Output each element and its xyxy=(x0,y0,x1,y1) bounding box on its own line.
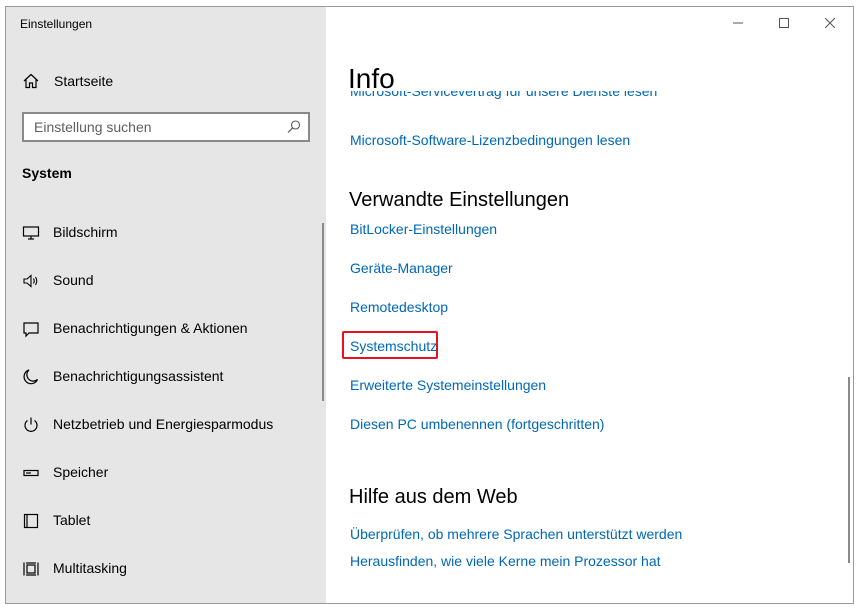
remote-desktop-link[interactable]: Remotedesktop xyxy=(350,299,448,315)
sidebar-item-label: Benachrichtigungsassistent xyxy=(53,368,224,384)
sidebar-item-label: Speicher xyxy=(53,464,109,480)
content-scrollbar[interactable] xyxy=(848,377,850,563)
search-icon[interactable] xyxy=(286,119,302,135)
help-languages-link[interactable]: Überprüfen, ob mehrere Sprachen unterstü… xyxy=(350,526,682,542)
related-settings-heading: Verwandte Einstellungen xyxy=(349,189,570,211)
sidebar-item-sound[interactable]: Sound xyxy=(6,257,326,305)
rename-pc-link[interactable]: Diesen PC umbenennen (fortgeschritten) xyxy=(350,416,604,432)
sidebar-item-label: Tablet xyxy=(53,512,91,528)
web-help-heading: Hilfe aus dem Web xyxy=(349,486,518,508)
sidebar-item-tablet[interactable]: Tablet xyxy=(6,497,326,545)
content-pane: Info Microsoft-Servicevertrag für unsere… xyxy=(326,7,853,603)
home-label: Startseite xyxy=(54,73,114,89)
sidebar-item-netzbetrieb[interactable]: Netzbetrieb und Energiesparmodus xyxy=(6,401,326,449)
settings-window: Einstellungen Startseite System Bildschi… xyxy=(5,6,854,604)
license-link[interactable]: Microsoft-Software-Lizenzbedingungen les… xyxy=(350,132,630,148)
moon-icon xyxy=(22,368,40,386)
speaker-icon xyxy=(22,272,40,290)
power-icon xyxy=(22,416,40,434)
home-nav-item[interactable]: Startseite xyxy=(6,63,326,99)
message-icon xyxy=(22,320,40,338)
sidebar-item-bildschirm[interactable]: Bildschirm xyxy=(6,209,326,257)
maximize-icon xyxy=(779,18,789,28)
window-title: Einstellungen xyxy=(20,17,93,31)
sidebar-scrollbar[interactable] xyxy=(322,223,324,401)
sidebar-item-speicher[interactable]: Speicher xyxy=(6,449,326,497)
sidebar-item-benachrichtigungen[interactable]: Benachrichtigungen & Aktionen xyxy=(6,305,326,353)
sidebar-item-label: Bildschirm xyxy=(53,224,118,240)
search-input[interactable] xyxy=(34,118,274,136)
sidebar-item-multitasking[interactable]: Multitasking xyxy=(6,545,326,593)
monitor-icon xyxy=(22,224,40,242)
maximize-button[interactable] xyxy=(761,7,807,39)
minimize-icon xyxy=(733,22,743,24)
multitasking-icon xyxy=(22,560,40,578)
minimize-button[interactable] xyxy=(715,7,761,39)
advanced-settings-link[interactable]: Erweiterte Systemeinstellungen xyxy=(350,377,546,393)
sidebar-item-benachrichtigungsassistent[interactable]: Benachrichtigungsassistent xyxy=(6,353,326,401)
search-box[interactable] xyxy=(22,112,310,142)
close-icon xyxy=(825,18,835,28)
home-icon xyxy=(22,72,40,90)
sidebar-item-label: Sound xyxy=(53,272,94,288)
storage-icon xyxy=(22,464,40,482)
tablet-icon xyxy=(22,512,40,530)
servicevertrag-link-text: Microsoft-Servicevertrag für unsere Dien… xyxy=(350,91,658,99)
servicevertrag-link[interactable]: Microsoft-Servicevertrag für unsere Dien… xyxy=(350,91,657,103)
system-protection-link[interactable]: Systemschutz xyxy=(350,338,437,354)
bitlocker-link[interactable]: BitLocker-Einstellungen xyxy=(350,221,497,237)
help-cores-link[interactable]: Herausfinden, wie viele Kerne mein Proze… xyxy=(350,553,661,569)
section-heading: System xyxy=(22,165,72,181)
device-manager-link[interactable]: Geräte-Manager xyxy=(350,260,453,276)
sidebar-item-label: Benachrichtigungen & Aktionen xyxy=(53,320,248,336)
close-button[interactable] xyxy=(807,7,853,39)
sidebar: Einstellungen Startseite System Bildschi… xyxy=(6,7,326,603)
sidebar-item-label: Multitasking xyxy=(53,560,127,576)
sidebar-item-label: Netzbetrieb und Energiesparmodus xyxy=(53,416,274,432)
nav-list: Bildschirm Sound Benachrichtigungen & Ak… xyxy=(6,209,326,593)
window-controls xyxy=(715,7,853,39)
